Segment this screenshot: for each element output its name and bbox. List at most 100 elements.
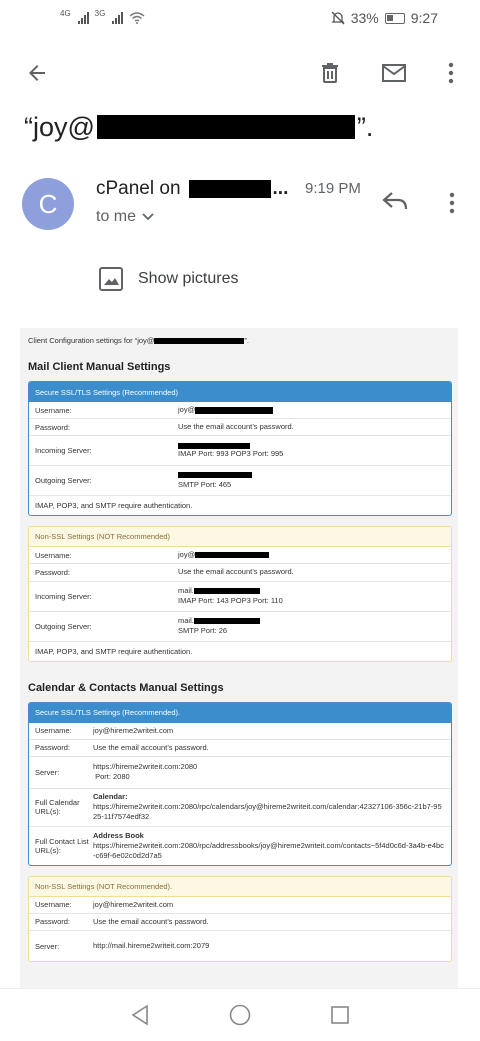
chevron-down-icon (142, 213, 154, 221)
row-value: Use the email account’s password. (93, 742, 209, 752)
row-value: mail. SMTP Port: 26 (178, 616, 445, 636)
avatar[interactable]: C (22, 178, 74, 230)
system-nav-bar (0, 988, 480, 1041)
more-vert-icon (448, 62, 454, 84)
message-more-button[interactable] (440, 186, 464, 220)
row-value[interactable]: joy@hireme2writeit.com (93, 726, 445, 736)
mail-icon (382, 64, 406, 82)
redaction (195, 552, 270, 559)
panel-header: Non-SSL Settings (NOT Recommended). (29, 876, 451, 897)
row-value: mail. IMAP Port: 143 POP3 Port: 110 (178, 586, 445, 606)
table-row: Outgoing Server: SMTP Port: 465 (29, 466, 451, 497)
outgoing-ports: SMTP Port: 26 (178, 626, 228, 635)
row-value: https://hireme2writeit.com:2080 Port: 20… (93, 762, 445, 782)
row-label: Incoming Server: (35, 591, 92, 601)
row-label: Username: (35, 550, 72, 560)
more-vert-icon (449, 192, 455, 214)
redaction (195, 406, 274, 414)
nonssl-mail-panel: Non-SSL Settings (NOT Recommended) Usern… (28, 526, 452, 662)
calendar-title: Calendar: (93, 792, 128, 802)
redaction (154, 338, 245, 345)
username-value[interactable]: joy@ (178, 550, 195, 559)
signal-icon (77, 12, 89, 24)
row-label: Username: (35, 900, 72, 910)
row-value: SMTP Port: 465 (178, 471, 445, 490)
show-pictures-button[interactable]: Show pictures (98, 266, 239, 292)
row-value[interactable]: joy@hireme2writeit.com (93, 900, 445, 910)
sender-ellipsis: ... (272, 178, 289, 199)
row-value: Use the email account’s password. (178, 567, 294, 577)
row-label: Outgoing Server: (35, 621, 92, 631)
email-body: Client Configuration settings for “joy@ ”… (20, 328, 458, 988)
nav-recents-button[interactable] (320, 995, 360, 1035)
row-value: Use the email account’s password. (93, 916, 209, 926)
panel-header: Non-SSL Settings (NOT Recommended) (29, 527, 451, 548)
table-row: Password: Use the email account’s passwo… (29, 419, 451, 437)
calendar-settings-title: Calendar & Contacts Manual Settings (28, 681, 224, 694)
row-value: Use the email account’s password. (178, 422, 294, 432)
table-row: Password: Use the email account’s passwo… (29, 740, 451, 757)
table-row: Outgoing Server: mail. SMTP Port: 26 (29, 612, 451, 642)
outgoing-host: mail. (178, 615, 194, 625)
contacts-title: Address Book (93, 830, 144, 840)
recipient-text: to me (96, 208, 137, 225)
outgoing-ports: SMTP Port: 465 (178, 479, 232, 489)
more-options-button[interactable] (432, 54, 470, 92)
row-label: Full Calendar URL(s): (35, 798, 80, 817)
table-row: Password: Use the email account’s passwo… (29, 564, 451, 582)
back-button[interactable] (18, 54, 56, 92)
row-value: joy@ (178, 550, 445, 560)
row-label: Password: (35, 917, 71, 927)
table-row: Username: joy@ (29, 402, 451, 420)
row-label: Incoming Server: (35, 446, 92, 456)
redaction (193, 617, 260, 624)
table-row: Incoming Server: mail. IMAP Port: 143 POP… (29, 582, 451, 612)
table-row: Username: joy@ (29, 547, 451, 565)
delete-button[interactable] (311, 54, 349, 92)
row-label: Password: (35, 743, 71, 753)
username-value[interactable]: joy@ (178, 405, 195, 414)
row-value: Calendar: https://hireme2writeit.com:2080… (93, 792, 445, 822)
battery-percent: 33% (350, 10, 379, 26)
circle-home-icon (229, 1004, 251, 1026)
secure-calendar-panel: Secure SSL/TLS Settings (Recommended). U… (28, 701, 452, 866)
avatar-letter: C (38, 188, 58, 219)
intro-line: Client Configuration settings for “joy@ ”… (20, 328, 458, 351)
status-left: 4G 3G (60, 8, 145, 24)
reply-button[interactable] (378, 184, 412, 218)
status-bar: 4G 3G 33% 9:27 (0, 0, 480, 36)
table-row: Full Calendar URL(s): Calendar: https://h… (29, 789, 451, 827)
server-url[interactable]: https://hireme2writeit.com:2080 (93, 762, 197, 771)
nav-back-button[interactable] (120, 995, 160, 1035)
row-label: Username: (35, 405, 72, 415)
app-bar (0, 42, 480, 104)
triangle-back-icon (131, 1004, 148, 1026)
row-value[interactable]: http://mail.hireme2writeit.com:2079 (93, 941, 445, 951)
row-label: Server: (35, 767, 60, 777)
wifi-icon (129, 12, 145, 24)
mark-unread-button[interactable] (375, 54, 413, 92)
sender-name[interactable]: cPanel on ... (96, 176, 288, 202)
subject-suffix: ”. (356, 111, 374, 142)
incoming-host: mail. (178, 585, 194, 595)
secure-mail-panel: Secure SSL/TLS Settings (Recommended) Us… (28, 381, 452, 517)
incoming-ports: IMAP Port: 143 POP3 Port: 110 (178, 596, 283, 605)
auth-note: IMAP, POP3, and SMTP require authenticat… (35, 646, 193, 656)
row-label: Password: (35, 567, 71, 577)
subject-prefix: “joy@ (24, 111, 95, 142)
mute-icon (331, 11, 345, 25)
contacts-url[interactable]: https://hireme2writeit.com:2080/rpc/addr… (93, 841, 444, 860)
nav-home-button[interactable] (220, 995, 260, 1035)
table-row: Username: joy@hireme2writeit.com (29, 723, 451, 740)
email-subject: “joy@ ”. (24, 106, 480, 148)
row-label: Server: (35, 941, 60, 951)
trash-icon (322, 63, 338, 83)
table-row: Username: joy@hireme2writeit.com (29, 897, 451, 914)
server-port: Port: 2080 (95, 772, 130, 782)
battery-icon (384, 12, 405, 24)
row-value: joy@ (178, 405, 445, 415)
network-type-1: 4G (60, 8, 71, 18)
status-right: 33% 9:27 (331, 10, 438, 26)
recipient-details-toggle[interactable]: to me (96, 208, 154, 226)
calendar-url[interactable]: https://hireme2writeit.com:2080/rpc/cale… (93, 802, 442, 821)
